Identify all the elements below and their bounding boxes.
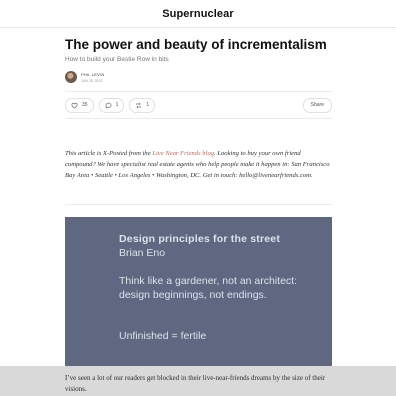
restack-icon	[136, 102, 142, 108]
quote-attribution: Brian Eno	[119, 247, 166, 259]
live-near-friends-link[interactable]: Live Near Friends blog	[152, 150, 214, 157]
crosspost-note: This article is X-Posted from the Live N…	[65, 150, 330, 179]
site-title[interactable]: Supernuclear	[162, 8, 234, 20]
like-button[interactable]: 35	[65, 97, 94, 113]
author-name[interactable]: PHIL LEVIN	[81, 72, 104, 77]
quote-heading: Design principles for the street	[119, 233, 281, 245]
quote-body: Think like a gardener, not an architect:…	[119, 275, 298, 301]
top-bar: Supernuclear	[0, 0, 396, 28]
post-actions-bar: 35 1 1 Share	[65, 91, 332, 119]
section-divider	[65, 204, 332, 205]
quote-image[interactable]: Design principles for the street Brian E…	[65, 217, 332, 366]
restack-button[interactable]: 1	[129, 97, 156, 113]
share-button[interactable]: Share	[302, 97, 332, 113]
post-date: JUN 25, 2022	[81, 78, 103, 83]
body-paragraph: I’ve seen a lot of our readers get block…	[65, 374, 326, 393]
quote-tail: Unfinished = fertile	[119, 330, 207, 342]
post-title: The power and beauty of incrementalism	[65, 37, 327, 52]
comment-count: 1	[115, 102, 119, 108]
comment-button[interactable]: 1	[98, 97, 125, 113]
comment-icon	[105, 102, 112, 108]
post-subtitle: How to build your Bestie Row in bits	[65, 56, 169, 63]
byline: PHIL LEVIN JUN 25, 2022	[65, 71, 104, 83]
like-count: 35	[82, 102, 88, 108]
restack-count: 1	[146, 102, 150, 108]
heart-icon	[71, 102, 78, 109]
author-avatar[interactable]	[65, 71, 77, 83]
share-label: Share	[310, 102, 324, 108]
